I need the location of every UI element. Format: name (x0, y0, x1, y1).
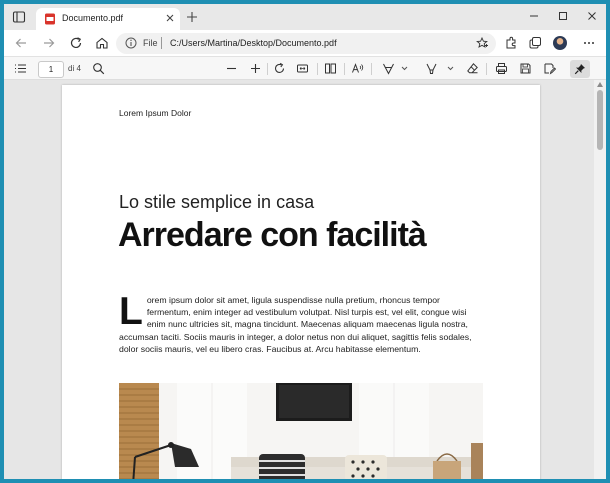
divider (161, 37, 162, 49)
eraser-icon[interactable] (466, 62, 479, 75)
highlight-icon[interactable] (425, 62, 438, 75)
pdf-viewer[interactable]: Lorem Ipsum Dolor Lo stile semplice in c… (4, 80, 594, 479)
favorites-icon[interactable] (528, 36, 542, 50)
document-title: Arredare con facilità (118, 216, 427, 254)
refresh-icon[interactable] (69, 36, 83, 50)
home-icon[interactable] (95, 36, 109, 50)
print-icon[interactable] (495, 62, 508, 75)
scroll-up-icon[interactable] (597, 82, 603, 87)
living-room-photo (119, 383, 483, 479)
divider (267, 63, 268, 75)
tab-title: Documento.pdf (62, 13, 124, 23)
read-aloud-icon[interactable] (351, 62, 364, 75)
minimize-icon[interactable] (528, 10, 540, 22)
document-subtitle: Lo stile semplice in casa (119, 192, 315, 212)
divider (371, 63, 372, 75)
divider (344, 63, 345, 75)
new-tab-icon[interactable] (186, 11, 198, 23)
address-bar[interactable]: File C:/Users/Martina/Desktop/Documento.… (116, 33, 496, 54)
pin-icon (574, 64, 585, 75)
search-icon[interactable] (92, 62, 105, 75)
scheme-label: File (143, 38, 158, 48)
info-icon[interactable] (125, 37, 137, 49)
page-number-input[interactable]: 1 (38, 61, 64, 78)
document-header: Lorem Ipsum Dolor (119, 108, 192, 118)
zoom-in-icon[interactable] (249, 62, 262, 75)
chevron-down-icon[interactable] (444, 62, 457, 75)
pdf-page: Lorem Ipsum Dolor Lo stile semplice in c… (62, 85, 540, 479)
pdf-icon (45, 13, 55, 25)
back-icon[interactable] (14, 36, 28, 50)
window-close-icon[interactable] (586, 10, 598, 22)
url-text[interactable]: C:/Users/Martina/Desktop/Documento.pdf (170, 38, 337, 48)
extensions-icon[interactable] (504, 36, 518, 50)
rotate-icon[interactable] (273, 62, 286, 75)
fit-page-icon[interactable] (296, 62, 309, 75)
pin-toolbar-button[interactable] (570, 60, 590, 78)
page-count: di 4 (68, 64, 81, 73)
forward-icon[interactable] (42, 36, 56, 50)
drop-cap: L (119, 290, 143, 333)
close-icon[interactable] (164, 12, 176, 24)
body-text: orem ipsum dolor sit amet, ligula suspen… (119, 295, 472, 354)
add-favorite-icon[interactable] (476, 37, 488, 49)
pdf-toolbar: 1 di 4 (4, 56, 606, 80)
body-paragraph: Lorem ipsum dolor sit amet, ligula suspe… (119, 290, 472, 355)
contents-icon[interactable] (14, 62, 27, 75)
page-view-icon[interactable] (324, 62, 337, 75)
chevron-down-icon[interactable] (398, 62, 411, 75)
divider (317, 63, 318, 75)
maximize-icon[interactable] (557, 10, 569, 22)
tab-actions-icon[interactable] (12, 10, 26, 24)
scroll-thumb[interactable] (597, 90, 603, 150)
zoom-out-icon[interactable] (225, 62, 238, 75)
tab-documento[interactable]: Documento.pdf (36, 8, 180, 30)
browser-window: Documento.pdf File C:/Users/Martina/Desk… (4, 4, 606, 479)
divider (486, 63, 487, 75)
save-as-icon[interactable] (543, 62, 556, 75)
more-icon[interactable] (582, 36, 596, 50)
profile-avatar[interactable] (553, 36, 567, 50)
navigation-bar: File C:/Users/Martina/Desktop/Documento.… (4, 30, 606, 56)
draw-icon[interactable] (382, 62, 395, 75)
vertical-scrollbar[interactable] (594, 80, 606, 479)
save-icon[interactable] (519, 62, 532, 75)
tab-strip: Documento.pdf (4, 4, 606, 30)
